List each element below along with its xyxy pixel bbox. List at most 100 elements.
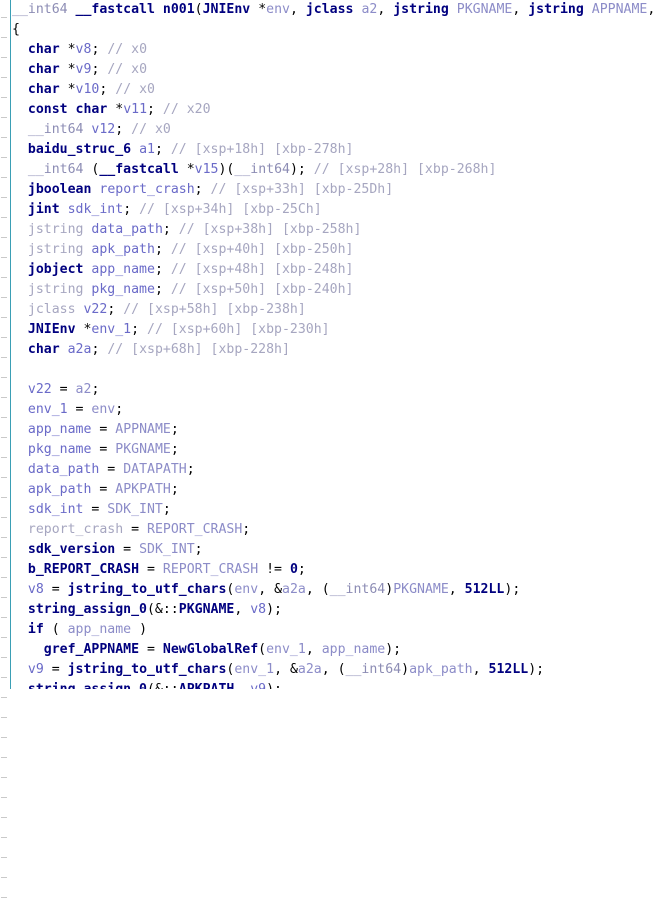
code-token: __int64 (234, 162, 290, 177)
code-token: = (139, 642, 163, 657)
code-token: ) (401, 662, 410, 677)
code-line[interactable]: v8 = jstring_to_utf_chars(env, &a2a, (__… (12, 580, 656, 600)
code-line[interactable]: v22 = a2; (12, 380, 656, 400)
fold-tick (1, 717, 7, 718)
code-token: a2 (361, 2, 378, 17)
code-token: ( (83, 162, 100, 177)
code-token: , (289, 2, 306, 17)
local-var-token: v22 (27, 382, 52, 397)
fold-tick (1, 557, 7, 558)
code-line[interactable]: char a2a; // [xsp+68h] [xbp-228h] (12, 340, 656, 360)
code-token: ( (258, 642, 267, 657)
code-token: * (107, 102, 124, 117)
fold-tick (1, 737, 7, 738)
code-token: ; (297, 562, 306, 577)
code-token: PKGNAME (456, 2, 513, 17)
fold-tick (1, 437, 7, 438)
code-token: { (12, 22, 20, 37)
fold-gutter[interactable] (0, 0, 11, 898)
fold-tick (1, 137, 7, 138)
fold-tick (1, 757, 7, 758)
code-token: ); (289, 162, 314, 177)
code-line[interactable]: char *v10; // x0 (12, 80, 656, 100)
code-line[interactable]: sdk_int = SDK_INT; (12, 500, 656, 520)
keyword-token: const (27, 102, 68, 117)
code-token: = (115, 542, 140, 557)
code-line[interactable]: sdk_version = SDK_INT; (12, 540, 656, 560)
fold-tick (1, 537, 7, 538)
code-line[interactable]: __int64 __fastcall n001(JNIEnv *env, jcl… (12, 0, 656, 20)
local-var-token: report_crash (99, 182, 195, 197)
code-line[interactable]: jstring data_path; // [xsp+38h] [xbp-258… (12, 220, 656, 240)
code-line[interactable]: jobject app_name; // [xsp+48h] [xbp-248h… (12, 260, 656, 280)
code-line[interactable]: baidu_struc_6 a1; // [xsp+18h] [xbp-278h… (12, 140, 656, 160)
code-line[interactable]: data_path = DATAPATH; (12, 460, 656, 480)
code-line[interactable]: pkg_name = PKGNAME; (12, 440, 656, 460)
code-line[interactable]: apk_path = APKPATH; (12, 480, 656, 500)
code-line[interactable]: jboolean report_crash; // [xsp+33h] [xbp… (12, 180, 656, 200)
code-token: REPORT_CRASH (162, 562, 259, 577)
code-line[interactable]: env_1 = env; (12, 400, 656, 420)
code-line[interactable]: v9 = jstring_to_utf_chars(env_1, &a2a, (… (12, 660, 656, 680)
code-token: * (59, 82, 76, 97)
code-line[interactable]: { (12, 20, 656, 40)
local-var-token: v8 (75, 42, 92, 57)
code-token: env_1 (266, 642, 306, 657)
code-token: ; (123, 202, 140, 217)
local-var-token: env_1 (27, 402, 68, 417)
code-token: ); (385, 642, 402, 657)
code-token: * (59, 42, 76, 57)
code-token: , (448, 582, 465, 597)
code-token: ; (154, 242, 171, 257)
code-line[interactable] (12, 360, 656, 380)
function-token: jstring_to_utf_chars (67, 662, 227, 677)
code-line[interactable]: string_assign_0(&::APKPATH, v9); (12, 680, 656, 689)
auto-comment-token: // [xsp+68h] [xbp-228h] (107, 342, 290, 357)
code-line[interactable]: char *v8; // x0 (12, 40, 656, 60)
fold-tick (1, 257, 7, 258)
code-token: ; (99, 82, 116, 97)
code-token: ; (115, 402, 124, 417)
code-line[interactable]: jstring pkg_name; // [xsp+50h] [xbp-240h… (12, 280, 656, 300)
code-line[interactable]: const char *v11; // x20 (12, 100, 656, 120)
code-line[interactable]: jint sdk_int; // [xsp+34h] [xbp-25Ch] (12, 200, 656, 220)
code-token: app_name (321, 642, 386, 657)
code-token: env_1 (234, 662, 275, 677)
code-token: ) (131, 622, 148, 637)
code-token: ); (266, 682, 282, 689)
code-text-area[interactable]: __int64 __fastcall n001(JNIEnv *env, jcl… (12, 0, 656, 689)
code-token: != (266, 562, 290, 577)
code-line[interactable]: report_crash = REPORT_CRASH; (12, 520, 656, 540)
function-token: gref_APPNAME (43, 642, 140, 657)
pseudocode-view[interactable]: __int64 __fastcall n001(JNIEnv *env, jcl… (0, 0, 656, 898)
code-line[interactable]: JNIEnv *env_1; // [xsp+60h] [xbp-230h] (12, 320, 656, 340)
fold-tick (1, 477, 7, 478)
code-token: SDK_INT (139, 542, 195, 557)
code-line[interactable]: __int64 (__fastcall *v15)(__int64); // [… (12, 160, 656, 180)
code-line[interactable]: string_assign_0(&::PKGNAME, v8); (12, 600, 656, 620)
code-line[interactable]: if ( app_name ) (12, 620, 656, 640)
local-var-token: app_name (91, 262, 155, 277)
fold-tick (1, 877, 7, 878)
local-var-token: v12 (91, 122, 116, 137)
code-line[interactable]: char *v9; // x0 (12, 60, 656, 80)
code-line[interactable]: __int64 v12; // x0 (12, 120, 656, 140)
code-line[interactable]: app_name = APPNAME; (12, 420, 656, 440)
fold-tick (1, 857, 7, 858)
code-line[interactable]: jclass v22; // [xsp+58h] [xbp-238h] (12, 300, 656, 320)
fold-tick (1, 297, 7, 298)
code-line[interactable]: b_REPORT_CRASH = REPORT_CRASH != 0; (12, 560, 656, 580)
code-line[interactable]: jstring apk_path; // [xsp+40h] [xbp-250h… (12, 240, 656, 260)
code-line[interactable]: gref_APPNAME = NewGlobalRef(env_1, app_n… (12, 640, 656, 660)
fold-tick (1, 677, 7, 678)
